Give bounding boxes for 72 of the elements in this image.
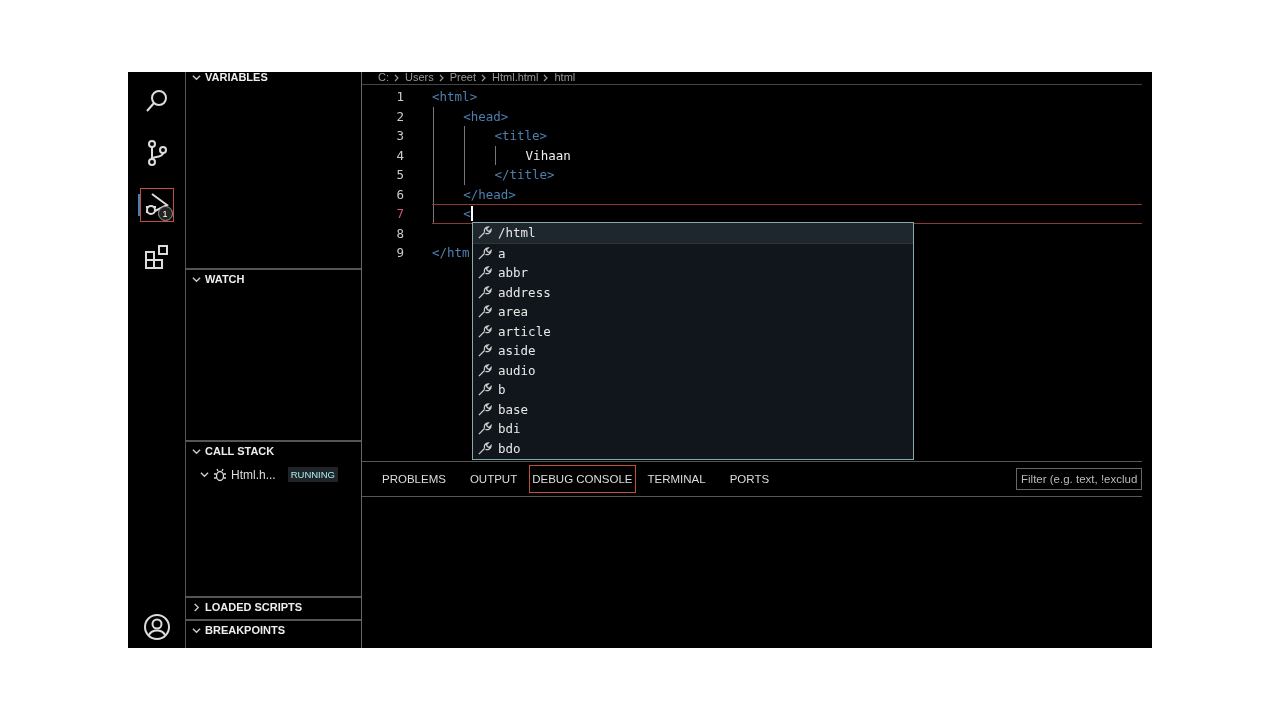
line-number: 6 bbox=[395, 186, 404, 202]
suggestion-item[interactable]: base bbox=[473, 399, 913, 419]
suggestion-item[interactable]: /html bbox=[473, 223, 913, 244]
suggestion-item[interactable]: area bbox=[473, 302, 913, 322]
code-text: < bbox=[463, 206, 471, 222]
wrench-icon bbox=[477, 245, 492, 261]
line-number: 1 bbox=[395, 89, 404, 105]
panel-tab[interactable]: TERMINAL bbox=[635, 465, 718, 493]
status-badge: RUNNING bbox=[287, 467, 338, 482]
suggestion-item[interactable]: abbr bbox=[473, 263, 913, 283]
chevron-icon bbox=[192, 73, 201, 82]
line-number: 3 bbox=[395, 128, 404, 144]
section-header[interactable]: LOADED SCRIPTS bbox=[186, 598, 361, 617]
breadcrumb-item[interactable]: C: bbox=[378, 72, 389, 84]
wrench-icon bbox=[477, 265, 492, 281]
chevron-icon bbox=[438, 74, 445, 82]
panel-tab[interactable]: PORTS bbox=[717, 465, 782, 493]
breadcrumb-item[interactable]: Preet bbox=[449, 72, 477, 84]
chevron-icon bbox=[543, 74, 550, 82]
suggestion-item[interactable]: address bbox=[473, 282, 913, 302]
chevron-icon bbox=[192, 603, 201, 612]
line-number: 7 bbox=[395, 206, 404, 222]
breadcrumb-item[interactable]: html bbox=[554, 72, 576, 84]
suggestion-item[interactable]: a bbox=[473, 243, 913, 263]
filter-field[interactable]: Filter (e.g. text, !exclud bbox=[1016, 468, 1142, 490]
wrench-icon bbox=[477, 440, 492, 456]
chevron-icon bbox=[192, 275, 201, 284]
panel-tab[interactable]: DEBUG CONSOLE bbox=[529, 465, 636, 493]
chevron-icon bbox=[481, 74, 488, 82]
code-text: <title> bbox=[494, 128, 548, 144]
wrench-icon bbox=[477, 323, 492, 339]
code-text: </title> bbox=[494, 167, 555, 183]
line-number: 2 bbox=[395, 108, 404, 124]
wrench-icon bbox=[477, 362, 492, 378]
chevron-icon bbox=[192, 626, 201, 635]
code-text: <head> bbox=[463, 108, 509, 124]
code-text: </head> bbox=[463, 186, 516, 202]
panel-tab[interactable]: OUTPUT bbox=[457, 465, 530, 493]
wrench-icon bbox=[477, 225, 492, 241]
line-number: 4 bbox=[395, 147, 404, 163]
suggestion-item[interactable]: b bbox=[473, 380, 913, 400]
code-text: <html> bbox=[432, 89, 478, 105]
call-stack-item[interactable]: Html.h... bbox=[231, 467, 276, 482]
suggestion-item[interactable]: bdo bbox=[473, 438, 913, 458]
section-header[interactable]: CALL STACK bbox=[186, 442, 361, 461]
code-text: </htm bbox=[432, 245, 470, 261]
wrench-icon bbox=[477, 343, 492, 359]
run-debug-icon[interactable]: 1 bbox=[139, 188, 174, 222]
line-number: 5 bbox=[395, 167, 404, 183]
section-header[interactable]: VARIABLES bbox=[186, 72, 361, 87]
suggestion-item[interactable]: article bbox=[473, 321, 913, 341]
line-number: 9 bbox=[395, 245, 404, 261]
wrench-icon bbox=[477, 421, 492, 437]
code-text: Vihaan bbox=[525, 147, 571, 163]
section-header[interactable]: BREAKPOINTS bbox=[186, 621, 361, 640]
count-badge: 1 bbox=[157, 206, 173, 221]
section-header[interactable]: WATCH bbox=[186, 270, 361, 289]
panel-tab[interactable]: PROBLEMS bbox=[370, 465, 458, 493]
breadcrumb-item[interactable]: Html.html bbox=[492, 72, 539, 84]
breadcrumb-item[interactable]: Users bbox=[405, 72, 434, 84]
suggestion-item[interactable]: aside bbox=[473, 341, 913, 361]
suggestion-item[interactable]: audio bbox=[473, 360, 913, 380]
wrench-icon bbox=[477, 401, 492, 417]
chevron-icon[interactable] bbox=[200, 470, 209, 479]
wrench-icon bbox=[477, 284, 492, 300]
line-number: 8 bbox=[395, 225, 404, 241]
bug-icon bbox=[213, 467, 227, 482]
wrench-icon bbox=[477, 382, 492, 398]
chevron-icon bbox=[394, 74, 400, 82]
chevron-icon bbox=[192, 447, 201, 456]
suggestion-item[interactable]: bdi bbox=[473, 419, 913, 439]
wrench-icon bbox=[477, 304, 492, 320]
